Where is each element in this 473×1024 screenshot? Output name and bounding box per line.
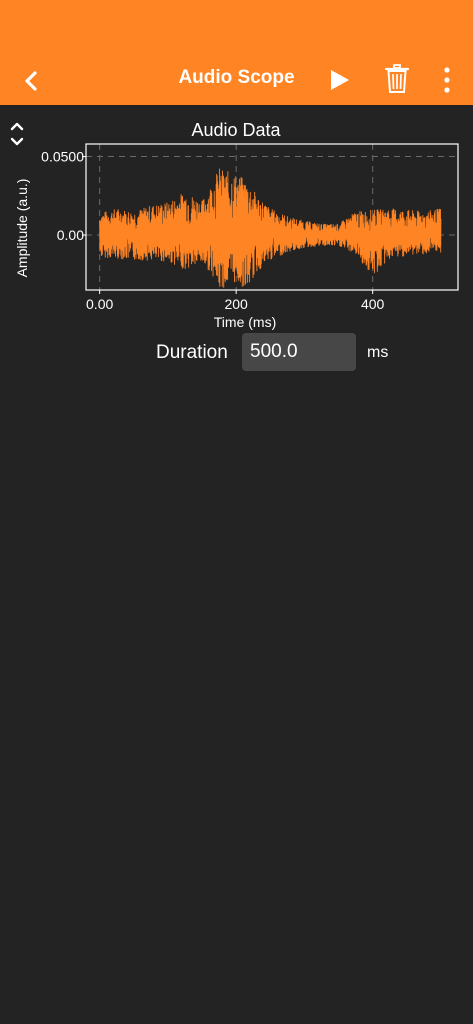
duration-input[interactable]	[242, 333, 356, 371]
audio-chart: Audio Data Amplitude (a.u.) Time (ms) 0.…	[0, 110, 473, 335]
x-tick-label: 200	[224, 296, 248, 312]
duration-unit: ms	[367, 344, 389, 361]
duration-label: Duration	[156, 342, 228, 363]
x-tick-label: 400	[361, 296, 385, 312]
chart-title: Audio Data	[191, 120, 281, 140]
delete-button[interactable]	[384, 63, 410, 95]
x-tick-label: 0.00	[86, 296, 113, 312]
app-bar: Audio Scope	[0, 0, 473, 105]
trash-icon	[384, 64, 410, 93]
more-vertical-icon	[444, 67, 450, 93]
waveform-line	[99, 168, 442, 288]
audio-waveform-chart: Audio Data Amplitude (a.u.) Time (ms) 0.…	[14, 120, 459, 330]
x-axis-label: Time (ms)	[214, 314, 276, 330]
play-icon	[331, 70, 349, 90]
y-axis-label: Amplitude (a.u.)	[14, 179, 30, 278]
play-button[interactable]	[328, 66, 352, 94]
duration-row: Duration ms	[0, 333, 473, 373]
y-tick-label: 0.0500	[41, 149, 84, 165]
y-tick-label: 0.00	[57, 227, 84, 243]
waveform-series	[99, 168, 442, 288]
more-button[interactable]	[438, 64, 456, 96]
